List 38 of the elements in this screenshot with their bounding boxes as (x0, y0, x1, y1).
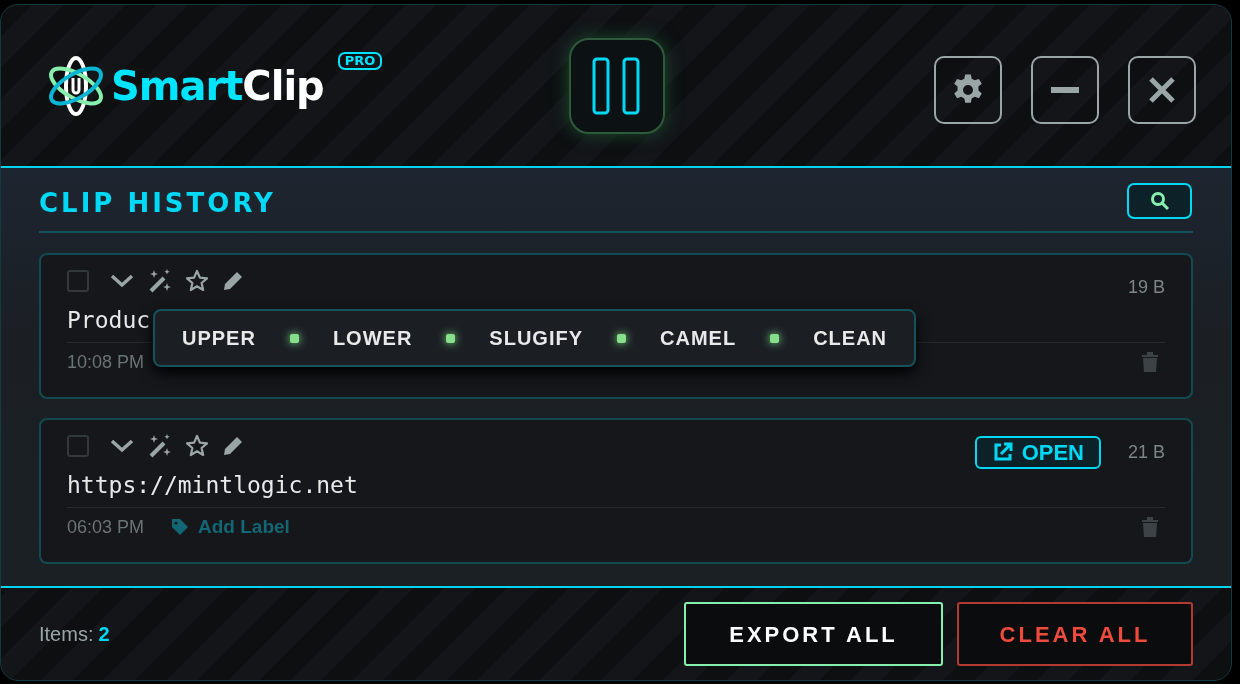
magic-wand-icon (147, 433, 173, 459)
close-icon (1148, 75, 1176, 104)
chevron-down-icon (109, 438, 135, 454)
settings-button[interactable] (934, 55, 1002, 124)
transform-option[interactable]: CLEAN (813, 323, 887, 353)
select-checkbox[interactable] (67, 435, 89, 457)
pencil-icon (221, 434, 245, 458)
clear-all-button[interactable]: CLEAR ALL (957, 602, 1193, 666)
pro-badge: PRO (337, 51, 383, 70)
minimize-button[interactable] (1031, 55, 1099, 124)
star-icon (185, 434, 209, 458)
pause-button[interactable] (569, 38, 665, 134)
select-checkbox[interactable] (67, 270, 89, 292)
clip-content: Produc (67, 306, 151, 336)
clip-size: 19 B (1126, 275, 1165, 299)
search-button[interactable] (1127, 182, 1192, 219)
clip-size: 21 B (1126, 440, 1165, 464)
clip-time: 06:03 PM (67, 515, 145, 539)
transform-option[interactable]: SLUGIFY (489, 323, 583, 353)
clip-content: https://mintlogic.net (67, 471, 358, 501)
tag-icon (170, 517, 191, 537)
pencil-icon (221, 269, 245, 293)
transform-option[interactable]: LOWER (332, 323, 413, 353)
items-label: Items: (39, 622, 94, 647)
transform-option[interactable]: UPPER (182, 323, 256, 353)
section-title: CLIP HISTORY (39, 187, 276, 220)
star-icon (185, 269, 209, 293)
clip-time: 10:08 PM (67, 350, 145, 374)
magic-wand-icon (147, 268, 173, 294)
minimize-icon (1051, 86, 1079, 93)
close-button[interactable] (1128, 55, 1196, 124)
open-link-button[interactable]: OPEN (974, 435, 1101, 469)
chevron-down-icon (109, 273, 135, 289)
items-count: 2 (98, 622, 110, 647)
pause-icon (592, 57, 642, 115)
transform-option[interactable]: CAMEL (660, 323, 737, 353)
search-icon (1149, 190, 1170, 211)
export-all-button[interactable]: EXPORT ALL (684, 602, 943, 666)
